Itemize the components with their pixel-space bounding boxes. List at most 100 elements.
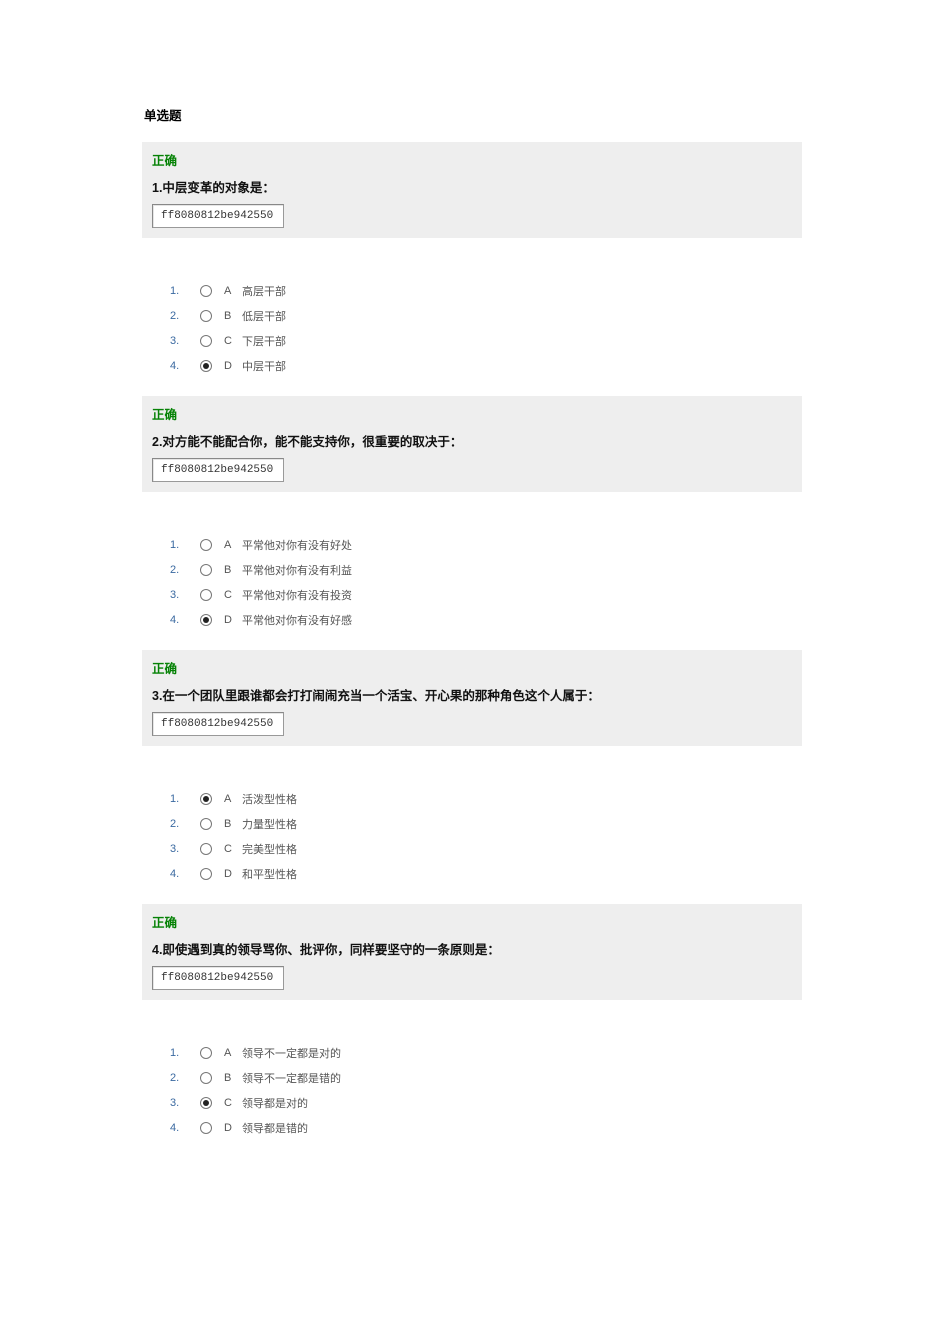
option-row[interactable]: 4.D领导都是错的 [170,1115,802,1140]
question-block: 正确 2.对方能不能配合你，能不能支持你，很重要的取决于： ff8080812be9… [142,396,802,492]
option-letter: A [224,793,242,805]
question-block: 正确1.中层变革的对象是：ff8080812be942550 [142,142,802,238]
option-row[interactable]: 1. A活泼型性格 [170,786,802,811]
radio-button[interactable] [200,285,212,297]
option-number: 3. [170,843,190,855]
option-number: 4. [170,614,190,626]
option-row[interactable]: 2. B低层干部 [170,303,802,328]
option-letter: A [224,539,242,551]
spacer [142,638,802,650]
radio-button[interactable] [200,310,212,322]
option-number: 4. [170,1122,190,1134]
option-letter: D [224,360,242,372]
option-number: 2. [170,818,190,830]
option-label: 下层干部 [242,333,286,349]
options-list: 1.A高层干部 2. B低层干部 3. C下层干部 4. D中层干部 [170,278,802,378]
question-text: 4.即使遇到真的领导骂你、批评你，同样要坚守的一条原则是： [152,939,792,958]
option-row[interactable]: 1.A高层干部 [170,278,802,303]
option-letter: C [224,335,242,347]
option-row[interactable]: 1.A平常他对你有没有好处 [170,532,802,557]
option-number: 4. [170,360,190,372]
option-label: 领导不一定都是错的 [242,1070,341,1086]
radio-button[interactable] [200,360,212,372]
radio-button[interactable] [200,868,212,880]
option-label: 领导不一定都是对的 [242,1045,341,1061]
code-box: ff8080812be942550 [152,458,284,482]
option-number: 1. [170,285,190,297]
option-number: 4. [170,868,190,880]
radio-button[interactable] [200,1047,212,1059]
spacer [142,384,802,396]
section-title: 单选题 [144,105,802,124]
radio-button[interactable] [200,1122,212,1134]
question-text: 3.在一个团队里跟谁都会打打闹闹充当一个活宝、开心果的那种角色这个人属于： [152,685,792,704]
option-label: 平常他对你有没有投资 [242,587,352,603]
radio-button[interactable] [200,1097,212,1109]
option-letter: B [224,310,242,322]
radio-button[interactable] [200,793,212,805]
option-number: 2. [170,1072,190,1084]
option-row[interactable]: 2. B力量型性格 [170,811,802,836]
option-label: 活泼型性格 [242,791,297,807]
option-row[interactable]: 2.B平常他对你有没有利益 [170,557,802,582]
option-letter: C [224,589,242,601]
option-label: 领导都是对的 [242,1095,308,1111]
options-list: 1. A活泼型性格 2. B力量型性格 3. C完美型性格 4.D和平型性格 [170,786,802,886]
radio-button[interactable] [200,1072,212,1084]
option-letter: D [224,614,242,626]
option-label: 力量型性格 [242,816,297,832]
option-letter: B [224,564,242,576]
correct-label: 正确 [152,150,792,169]
questions-container: 正确1.中层变革的对象是：ff8080812be9425501.A高层干部2.B… [142,142,802,1158]
option-row[interactable]: 4.D和平型性格 [170,861,802,886]
code-box: ff8080812be942550 [152,712,284,736]
question-block: 正确 4.即使遇到真的领导骂你、批评你，同样要坚守的一条原则是： ff8080812… [142,904,802,1000]
radio-button[interactable] [200,843,212,855]
spacer [142,1146,802,1158]
option-label: 平常他对你有没有好处 [242,537,352,553]
radio-button[interactable] [200,564,212,576]
option-label: 高层干部 [242,283,286,299]
correct-label: 正确 [152,404,792,423]
option-letter: B [224,1072,242,1084]
option-letter: C [224,1097,242,1109]
spacer [142,892,802,904]
option-row[interactable]: 3. C领导都是对的 [170,1090,802,1115]
code-box: ff8080812be942550 [152,966,284,990]
radio-button[interactable] [200,818,212,830]
option-row[interactable]: 1.A领导不一定都是对的 [170,1040,802,1065]
radio-button[interactable] [200,589,212,601]
option-row[interactable]: 2. B领导不一定都是错的 [170,1065,802,1090]
option-row[interactable]: 3. C完美型性格 [170,836,802,861]
option-letter: C [224,843,242,855]
option-row[interactable]: 3. C下层干部 [170,328,802,353]
option-row[interactable]: 4. D平常他对你有没有好感 [170,607,802,632]
question-block: 正确 3.在一个团队里跟谁都会打打闹闹充当一个活宝、开心果的那种角色这个人属于： f… [142,650,802,746]
option-label: 低层干部 [242,308,286,324]
option-number: 2. [170,310,190,322]
radio-button[interactable] [200,539,212,551]
option-label: 中层干部 [242,358,286,374]
option-label: 完美型性格 [242,841,297,857]
option-number: 2. [170,564,190,576]
page: 单选题 正确1.中层变革的对象是：ff8080812be9425501.A高层干… [0,0,945,1158]
options-list: 1.A平常他对你有没有好处2.B平常他对你有没有利益3.C平常他对你有没有投资4… [170,532,802,632]
option-number: 3. [170,589,190,601]
option-number: 3. [170,335,190,347]
option-letter: D [224,1122,242,1134]
option-row[interactable]: 3. C平常他对你有没有投资 [170,582,802,607]
question-text: 2.对方能不能配合你，能不能支持你，很重要的取决于： [152,431,792,450]
content-column: 单选题 正确1.中层变革的对象是：ff8080812be9425501.A高层干… [142,105,802,1158]
option-letter: B [224,818,242,830]
correct-label: 正确 [152,658,792,677]
radio-button[interactable] [200,614,212,626]
option-row[interactable]: 4. D中层干部 [170,353,802,378]
option-label: 平常他对你有没有好感 [242,612,352,628]
option-number: 3. [170,1097,190,1109]
option-number: 1. [170,793,190,805]
radio-button[interactable] [200,335,212,347]
code-box: ff8080812be942550 [152,204,284,228]
option-letter: A [224,1047,242,1059]
correct-label: 正确 [152,912,792,931]
options-list: 1.A领导不一定都是对的2.B领导不一定都是错的3.C领导都是对的4.D领导都是… [170,1040,802,1140]
